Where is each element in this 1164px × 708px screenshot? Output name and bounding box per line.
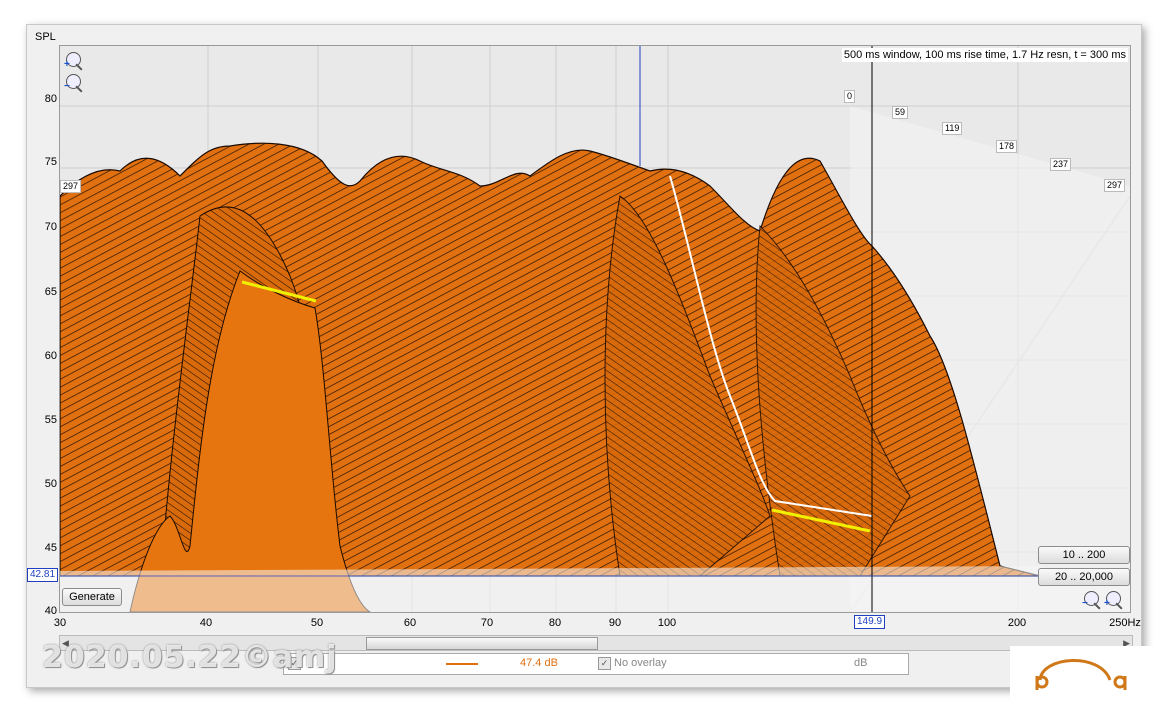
x-tick: 70 — [480, 617, 494, 629]
waterfall-surface — [60, 46, 1130, 612]
y-tick: 80 — [44, 93, 57, 105]
x-tick: 30 — [53, 617, 67, 629]
scrollbar-thumb[interactable] — [366, 637, 598, 650]
zoom-in-icon[interactable]: + — [64, 52, 81, 70]
x-tick: 50 — [310, 617, 324, 629]
analysis-info: 500 ms window, 100 ms rise time, 1.7 Hz … — [841, 48, 1128, 62]
time-slice-label: 237 — [1050, 158, 1072, 171]
headphones-logo — [1010, 646, 1158, 702]
y-tick: 60 — [44, 350, 57, 362]
x-tick: 200 — [1007, 617, 1027, 629]
x-tick: 80 — [548, 617, 562, 629]
y-tick: 75 — [44, 156, 57, 168]
zoom-out-icon[interactable]: − — [1082, 591, 1099, 609]
x-tick: 100 — [657, 617, 677, 629]
overlay-label: No overlay — [614, 657, 667, 669]
x-tick: 40 — [199, 617, 213, 629]
time-slice-label-left: 297 — [60, 180, 82, 193]
cursor-x-readout: 149.9 — [854, 615, 886, 629]
cursor-y-readout: 42.81 — [27, 568, 59, 582]
trace-value: 47.4 dB — [520, 657, 558, 669]
time-slice-label: 178 — [996, 140, 1018, 153]
x-tick: 60 — [403, 617, 417, 629]
overlay-unit: dB — [854, 657, 868, 669]
waterfall-plot[interactable]: 500 ms window, 100 ms rise time, 1.7 Hz … — [59, 45, 1131, 613]
y-axis-title: SPL — [35, 31, 56, 43]
legend-bar: ✓ 47.4 dB ✓ No overlay dB — [283, 653, 909, 675]
y-tick: 45 — [44, 542, 57, 554]
y-tick: 40 — [44, 605, 57, 617]
range-button-10-200[interactable]: 10 .. 200 — [1038, 546, 1130, 564]
trace-swatch — [446, 663, 478, 665]
watermark: 2020.05.22©amj — [42, 640, 338, 675]
y-tick: 55 — [44, 414, 57, 426]
y-tick: 50 — [44, 478, 57, 490]
zoom-in-icon[interactable]: + — [1104, 591, 1121, 609]
time-slice-label: 119 — [942, 122, 963, 135]
zoom-out-icon[interactable]: − — [64, 74, 81, 92]
y-tick: 70 — [44, 221, 57, 233]
time-slice-label: 59 — [892, 106, 909, 119]
time-slice-label: 0 — [844, 90, 856, 103]
y-tick: 65 — [44, 286, 57, 298]
overlay-checkbox[interactable]: ✓ — [598, 657, 611, 670]
waterfall-window: SPL 80 75 70 65 60 55 50 45 40 42.81 500… — [26, 24, 1142, 688]
range-button-20-20000[interactable]: 20 .. 20,000 — [1038, 568, 1130, 586]
x-tick: 90 — [608, 617, 622, 629]
x-tick: 250Hz — [1109, 617, 1141, 629]
time-slice-label: 297 — [1104, 179, 1126, 192]
generate-button[interactable]: Generate — [62, 588, 122, 606]
